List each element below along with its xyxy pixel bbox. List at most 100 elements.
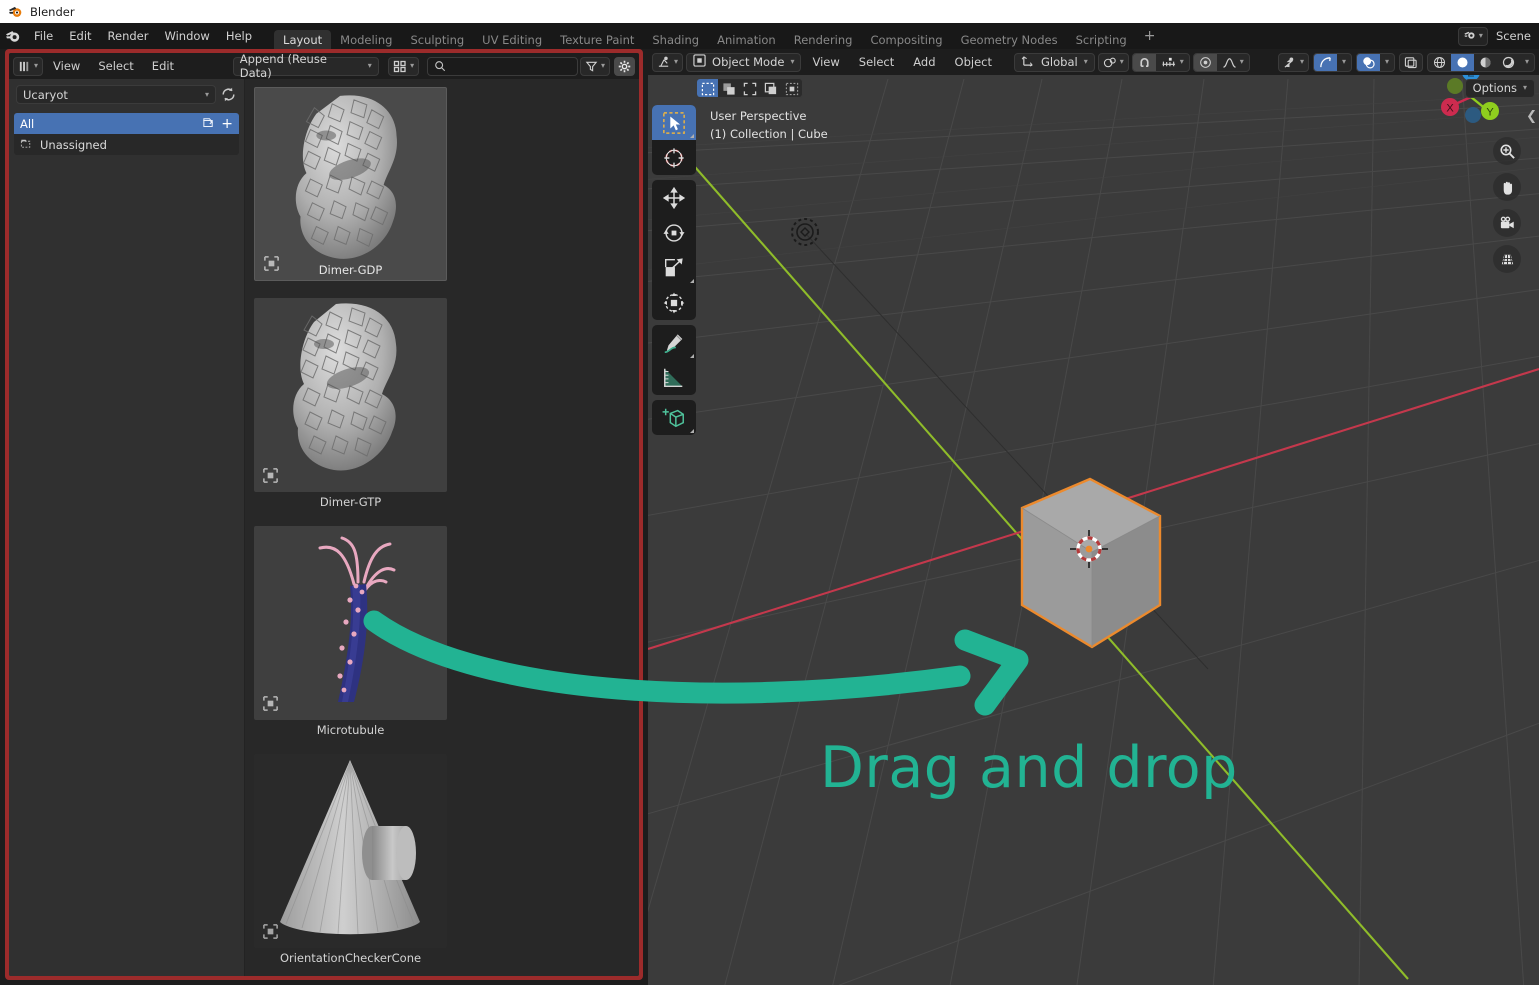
catalog-item-all[interactable]: All + — [14, 113, 239, 134]
mode-selector[interactable]: Object Mode ▾ — [686, 52, 802, 72]
scene-name[interactable]: Scene — [1492, 29, 1535, 43]
tweak-tool[interactable] — [652, 105, 696, 140]
asset-grid[interactable]: Dimer-GDP Dimer-GTP Microtubule Orientat… — [245, 79, 639, 976]
menu-edit[interactable]: Edit — [61, 23, 99, 49]
zoom-icon[interactable] — [1493, 137, 1521, 165]
gizmo-options[interactable]: ▾ — [1337, 54, 1351, 71]
asset-menu-select[interactable]: Select — [90, 59, 141, 73]
gizmo-group[interactable]: ▾ — [1312, 52, 1352, 72]
asset-item[interactable]: Microtubule — [254, 526, 447, 737]
asset-browser-editor-icon[interactable]: ▾ — [13, 56, 44, 76]
new-catalog-icon[interactable] — [202, 116, 215, 132]
gizmo-toggle[interactable] — [1313, 53, 1337, 71]
measure-tool[interactable] — [652, 360, 696, 395]
menu-render[interactable]: Render — [100, 23, 157, 49]
tool-group-add — [652, 400, 696, 435]
tab-texture-paint[interactable]: Texture Paint — [551, 30, 643, 49]
viewport-menu-add[interactable]: Add — [905, 55, 943, 69]
asset-menu-edit[interactable]: Edit — [144, 59, 182, 73]
proportional-edit-group[interactable]: ▾ — [1192, 52, 1250, 72]
rendered-shading-button[interactable] — [1497, 54, 1520, 71]
transform-tool[interactable] — [652, 285, 696, 320]
asset-item[interactable]: Dimer-GDP — [254, 87, 447, 281]
asset-settings-button[interactable] — [614, 56, 636, 76]
scale-tool[interactable] — [652, 250, 696, 285]
select-mode-5-button[interactable] — [781, 79, 802, 97]
sidebar-toggle-arrow-icon[interactable]: ❮ — [1526, 109, 1537, 124]
tweak-select-button[interactable] — [697, 79, 718, 97]
proportional-edit-toggle[interactable] — [1193, 53, 1217, 71]
box-select-button[interactable] — [718, 79, 739, 97]
asset-thumbnail[interactable] — [254, 754, 447, 948]
tab-animation[interactable]: Animation — [708, 30, 785, 49]
filter-button[interactable]: ▾ — [580, 56, 611, 76]
cursor-tool[interactable] — [652, 140, 696, 175]
add-workspace-button[interactable]: + — [1136, 23, 1164, 49]
viewport-menu-object[interactable]: Object — [947, 55, 1000, 69]
refresh-icon[interactable] — [220, 86, 237, 103]
display-mode-button[interactable]: ▾ — [388, 56, 420, 76]
asset-menu-view[interactable]: View — [45, 59, 88, 73]
search-input[interactable] — [450, 59, 571, 73]
blender-menu-logo-icon[interactable] — [0, 23, 26, 49]
asset-thumbnail[interactable]: Dimer-GDP — [254, 87, 447, 281]
viewport-menu-view[interactable]: View — [804, 55, 847, 69]
3d-viewport-editor-icon[interactable]: ▾ — [652, 52, 684, 72]
tab-uv-editing[interactable]: UV Editing — [473, 30, 551, 49]
xray-toggle[interactable] — [1398, 52, 1423, 72]
visibility-selector[interactable]: ▾ — [1277, 52, 1309, 72]
viewport-options-button[interactable]: Options ▾ — [1464, 78, 1535, 98]
asset-thumbnail[interactable] — [254, 526, 447, 720]
tab-scripting[interactable]: Scripting — [1067, 30, 1136, 49]
tab-sculpting[interactable]: Sculpting — [401, 30, 473, 49]
tab-rendering[interactable]: Rendering — [785, 30, 862, 49]
lasso-select-button[interactable] — [760, 79, 781, 97]
tab-compositing[interactable]: Compositing — [861, 30, 951, 49]
add-cube-tool[interactable] — [652, 400, 696, 435]
falloff-selector[interactable]: ▾ — [1217, 54, 1249, 71]
catalog-item-unassigned[interactable]: Unassigned — [14, 134, 239, 155]
asset-thumbnail[interactable] — [254, 298, 447, 492]
camera-icon[interactable] — [1493, 209, 1521, 237]
menu-help[interactable]: Help — [218, 23, 260, 49]
snap-target-selector[interactable]: ▾ — [1156, 54, 1189, 71]
wireframe-shading-button[interactable] — [1428, 54, 1451, 71]
tab-shading[interactable]: Shading — [643, 30, 708, 49]
overlays-group[interactable]: ▾ — [1355, 52, 1395, 72]
menu-file[interactable]: File — [26, 23, 61, 49]
asset-item[interactable]: OrientationCheckerCone — [254, 754, 447, 965]
asset-item[interactable]: Dimer-GTP — [254, 298, 447, 509]
transform-orientation-selector[interactable]: Global ▾ — [1014, 52, 1095, 72]
scale-icon — [665, 257, 683, 276]
scene-selector[interactable]: ▾ — [1457, 26, 1488, 46]
tab-modeling[interactable]: Modeling — [331, 30, 401, 49]
move-tool[interactable] — [652, 180, 696, 215]
circle-select-button[interactable] — [739, 79, 760, 97]
import-method-dropdown[interactable]: Append (Reuse Data) ▾ — [232, 53, 379, 80]
shading-options[interactable]: ▾ — [1520, 54, 1534, 71]
pan-hand-icon[interactable] — [1493, 173, 1521, 201]
snap-group[interactable]: ▾ — [1131, 52, 1190, 72]
solid-shading-button[interactable] — [1450, 53, 1474, 71]
ortho-persp-grid-icon[interactable] — [1493, 245, 1521, 273]
tab-geometry-nodes[interactable]: Geometry Nodes — [952, 30, 1067, 49]
filter-funnel-icon — [585, 61, 598, 72]
overlays-options[interactable]: ▾ — [1380, 54, 1394, 71]
overlays-toggle[interactable] — [1356, 53, 1380, 71]
pivot-point-selector[interactable]: ▾ — [1097, 52, 1129, 72]
search-field[interactable] — [426, 56, 578, 76]
snap-toggle[interactable] — [1132, 53, 1156, 71]
tab-layout[interactable]: Layout — [274, 30, 332, 49]
rotate-tool[interactable] — [652, 215, 696, 250]
3d-viewport[interactable]: ▾ Object Mode ▾ View Select Add Object G… — [648, 49, 1539, 985]
chevron-down-icon: ▾ — [790, 57, 795, 66]
material-preview-button[interactable] — [1474, 54, 1497, 71]
select-mode-group[interactable] — [696, 78, 803, 98]
annotate-tool[interactable] — [652, 325, 696, 360]
menu-window[interactable]: Window — [156, 23, 217, 49]
asset-library-dropdown[interactable]: Ucaryot ▾ — [16, 85, 216, 104]
drag-drop-label: Drag and drop — [820, 735, 1238, 801]
viewport-menu-select[interactable]: Select — [851, 55, 902, 69]
add-icon[interactable]: + — [221, 117, 233, 131]
shading-mode-group[interactable]: ▾ — [1426, 52, 1535, 72]
